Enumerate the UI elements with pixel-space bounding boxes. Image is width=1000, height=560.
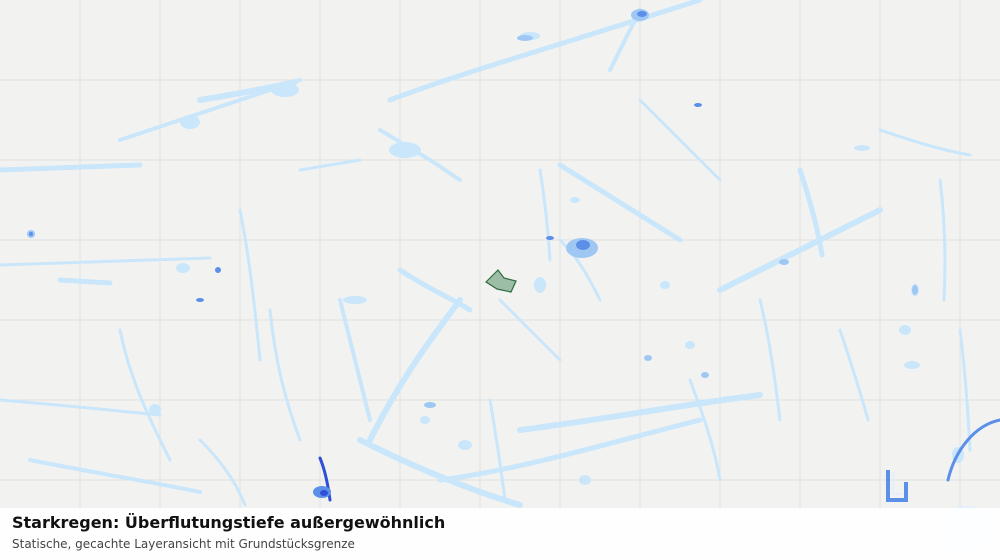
map-view — [0, 0, 1000, 560]
map-subtitle: Statische, gecachte Layeransicht mit Gru… — [12, 537, 355, 551]
map-caption: Starkregen: Überflutungstiefe außergewöh… — [0, 508, 1000, 560]
map-title: Starkregen: Überflutungstiefe außergewöh… — [12, 513, 446, 532]
flood-depth-map — [0, 0, 1000, 560]
